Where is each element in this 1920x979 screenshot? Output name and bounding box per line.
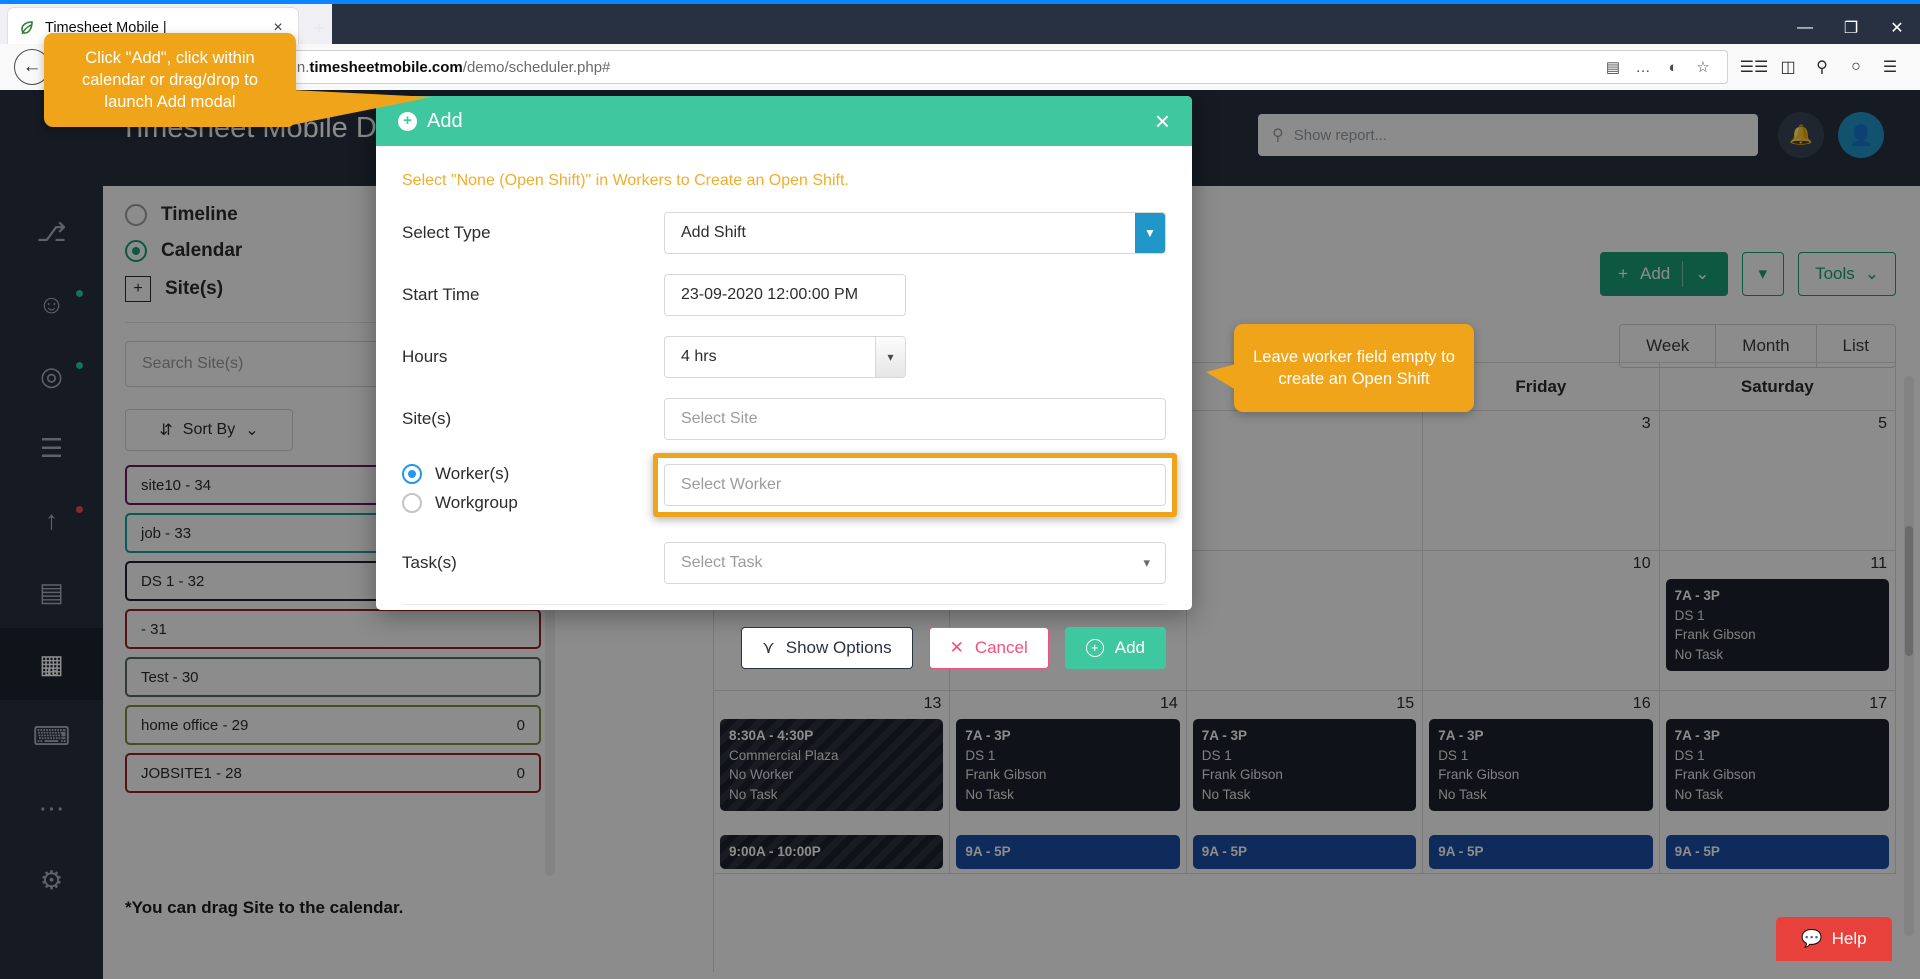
close-icon[interactable]: × [1155, 108, 1170, 134]
modal-title-text: Add [427, 110, 463, 133]
help-widget-button[interactable]: 💬 Help [1776, 917, 1892, 961]
worker-input[interactable]: Select Worker [664, 464, 1166, 506]
field-row-type: Select Type Add Shift ▼ [402, 212, 1166, 254]
select-type-value[interactable]: Add Shift [664, 212, 1166, 254]
radio-workgroup[interactable] [402, 493, 422, 513]
radio-option-workgroup[interactable]: Workgroup [402, 493, 664, 513]
callout-tail [1206, 364, 1236, 390]
plus-circle-icon: + [1086, 639, 1104, 657]
url-bar[interactable]: 🔒 ≣ https://admin.timesheetmobile.com/de… [166, 50, 1728, 84]
help-widget-label: Help [1832, 929, 1867, 949]
window-maximize-button[interactable]: ❐ [1828, 8, 1874, 48]
chat-bubble-icon: 💬 [1801, 929, 1822, 949]
radio-workers-label: Worker(s) [435, 464, 509, 484]
sites-label: Site(s) [402, 398, 664, 429]
start-time-input[interactable]: 23-09-2020 12:00:00 PM [664, 274, 906, 316]
radio-option-workers[interactable]: Worker(s) [402, 464, 664, 484]
hours-control[interactable]: 4 hrs ▾ [664, 336, 1166, 378]
hours-label: Hours [402, 336, 664, 367]
chevron-down-icon[interactable]: ▼ [1135, 213, 1165, 253]
window-controls: — ❐ ✕ [1770, 8, 1920, 48]
start-time-control[interactable]: 23-09-2020 12:00:00 PM [664, 274, 1166, 316]
modal-footer: ⋎ Show Options ✕ Cancel + Add [376, 605, 1192, 669]
add-submit-label: Add [1115, 638, 1145, 658]
window-minimize-button[interactable]: — [1782, 8, 1828, 48]
worker-control[interactable]: Select Worker [664, 464, 1166, 506]
tasks-control[interactable]: Select Task ▾ [664, 542, 1166, 584]
show-options-label: Show Options [786, 638, 892, 658]
field-row-tasks: Task(s) Select Task ▾ [402, 542, 1166, 584]
url-path: /demo/scheduler.php# [463, 59, 611, 76]
worker-type-radios: Worker(s) Workgroup [402, 460, 664, 522]
account-icon[interactable]: ○ [1840, 51, 1872, 83]
callout-add-instruction: Click "Add", click within calendar or dr… [44, 33, 296, 127]
sites-input[interactable]: Select Site [664, 398, 1166, 440]
new-tab-button[interactable]: + [306, 16, 332, 42]
radio-workers[interactable] [402, 464, 422, 484]
start-time-label: Start Time [402, 274, 664, 305]
chevron-down-icon[interactable]: ▾ [875, 337, 905, 377]
select-type-control[interactable]: Add Shift ▼ [664, 212, 1166, 254]
hours-select[interactable]: 4 hrs ▾ [664, 336, 906, 378]
url-host: timesheetmobile.com [309, 59, 462, 76]
chevron-down-icon[interactable]: ▾ [1143, 555, 1150, 571]
field-row-hours: Hours 4 hrs ▾ [402, 336, 1166, 378]
modal-body: Select "None (Open Shift)" in Workers to… [376, 146, 1192, 584]
pocket-icon[interactable]: ◐ [1659, 53, 1687, 81]
tasks-input[interactable]: Select Task [664, 542, 1166, 584]
zoom-icon[interactable]: ⚲ [1806, 51, 1838, 83]
open-shift-note: Select "None (Open Shift)" in Workers to… [402, 172, 1166, 190]
leaf-icon [18, 19, 36, 37]
select-type-label: Select Type [402, 212, 664, 243]
add-submit-button[interactable]: + Add [1065, 627, 1166, 669]
show-options-button[interactable]: ⋎ Show Options [741, 627, 912, 669]
tabstrip-background [332, 4, 1920, 48]
sites-control[interactable]: Select Site [664, 398, 1166, 440]
radio-workgroup-label: Workgroup [435, 493, 518, 513]
browser-toolbar-right: ☰☰ ◫ ⚲ ○ ☰ [1738, 51, 1906, 83]
add-shift-modal: + Add × Select "None (Open Shift)" in Wo… [376, 96, 1192, 610]
bookmark-star-icon[interactable]: ☆ [1689, 53, 1717, 81]
reader-view-icon[interactable]: ▤ [1599, 53, 1627, 81]
callout-worker-text: Leave worker field empty to create an Op… [1253, 348, 1455, 388]
field-row-worker: Worker(s) Workgroup Select Worker [402, 460, 1166, 522]
window-close-button[interactable]: ✕ [1874, 8, 1920, 48]
close-icon: ✕ [950, 638, 964, 658]
callout-tail-long [292, 90, 432, 125]
field-row-start-time: Start Time 23-09-2020 12:00:00 PM [402, 274, 1166, 316]
library-icon[interactable]: ☰☰ [1738, 51, 1770, 83]
menu-icon[interactable]: ☰ [1874, 51, 1906, 83]
page-actions-icon[interactable]: … [1629, 53, 1657, 81]
url-text[interactable]: https://admin.timesheetmobile.com/demo/s… [219, 59, 1599, 76]
tasks-label: Task(s) [402, 542, 664, 573]
callout-add-text: Click "Add", click within calendar or dr… [82, 49, 258, 111]
url-bar-actions: ▤ … ◐ ☆ [1599, 53, 1717, 81]
field-row-sites: Site(s) Select Site [402, 398, 1166, 440]
chevron-double-down-icon: ⋎ [762, 638, 774, 658]
cancel-label: Cancel [975, 638, 1028, 658]
cancel-button[interactable]: ✕ Cancel [929, 627, 1049, 669]
sidebar-icon[interactable]: ◫ [1772, 51, 1804, 83]
modal-header: + Add × [376, 96, 1192, 146]
callout-worker-instruction: Leave worker field empty to create an Op… [1234, 324, 1474, 412]
hours-value[interactable]: 4 hrs [664, 336, 906, 378]
